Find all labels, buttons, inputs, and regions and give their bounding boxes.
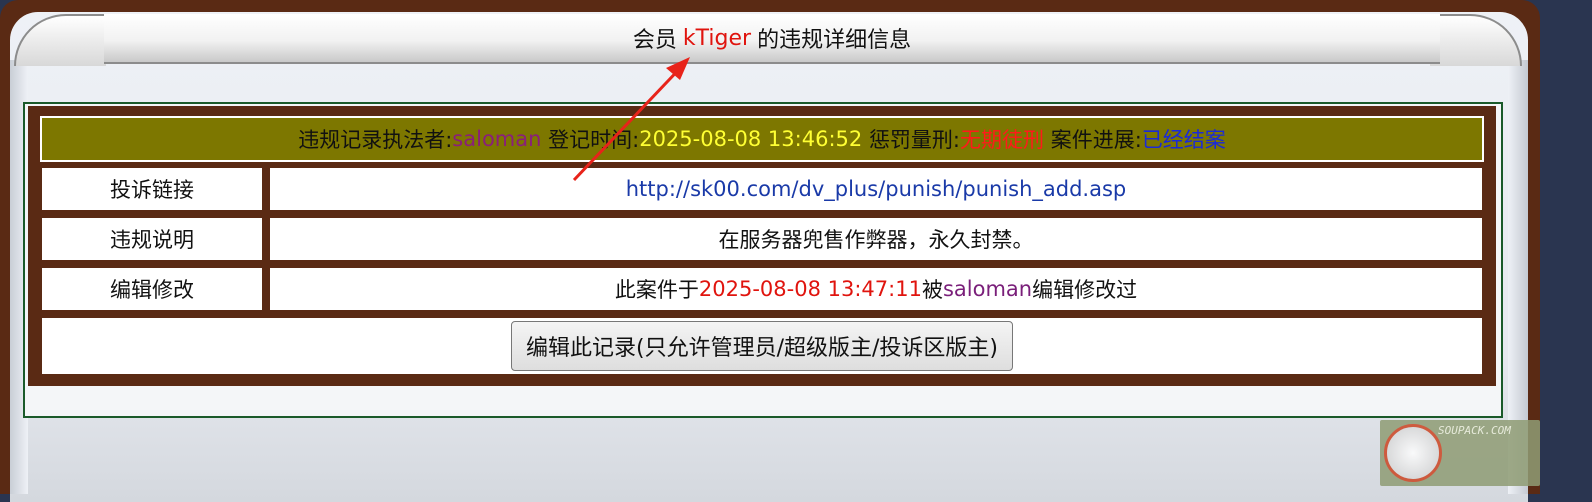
site-watermark: SOUPACK.COM xyxy=(1380,420,1540,486)
watermark-text: SOUPACK.COM xyxy=(1438,424,1511,437)
annotation-arrow-icon xyxy=(572,57,690,182)
watermark-logo-icon xyxy=(1384,424,1442,482)
